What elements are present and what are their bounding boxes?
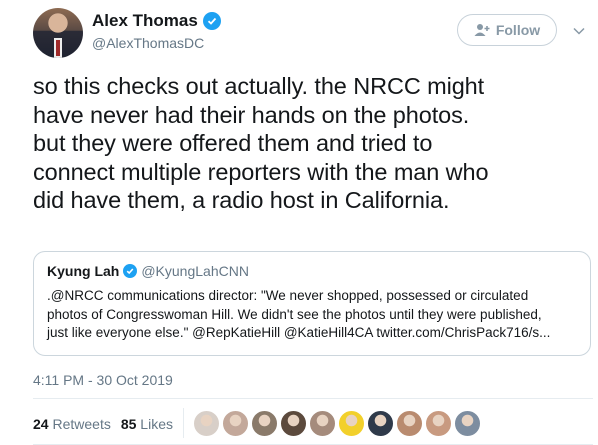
stats-separator [183, 408, 184, 438]
retweets-count: 24 [33, 416, 49, 432]
quoted-tweet-header: Kyung Lah @KyungLahCNN [47, 263, 577, 279]
tweet-line: but they were offered them and tried to [33, 130, 433, 156]
liker-avatar[interactable] [309, 410, 336, 437]
liker-avatar[interactable] [193, 410, 220, 437]
chevron-down-icon[interactable] [572, 24, 586, 38]
liker-avatar[interactable] [454, 410, 481, 437]
liker-avatar[interactable] [396, 410, 423, 437]
tweet-line: have never had their hands on the photos… [33, 101, 470, 128]
liker-avatar[interactable] [367, 410, 394, 437]
likes-stat[interactable]: 85 Likes [121, 416, 173, 432]
tweet-line: connect multiple reporters with the man … [33, 158, 489, 185]
avatar[interactable] [33, 8, 83, 58]
retweets-label: Retweets [52, 416, 111, 432]
author-display-name[interactable]: Alex Thomas [92, 11, 198, 31]
quoted-handle: @KyungLahCNN [141, 263, 249, 279]
follow-button[interactable]: Follow [457, 14, 557, 46]
quoted-line: photos of Congresswoman Hill. We didn't … [47, 306, 542, 322]
verified-badge-icon [202, 12, 221, 30]
likes-label: Likes [140, 416, 173, 432]
author-handle[interactable]: @AlexThomasDC [92, 35, 204, 51]
retweets-stat[interactable]: 24 Retweets [33, 416, 111, 432]
likes-count: 85 [120, 416, 137, 432]
quoted-line: just like everyone else." @RepKatieHill … [47, 325, 551, 340]
liker-avatar[interactable] [280, 410, 307, 437]
tweet-text: so this checks out actually. the NRCC mi… [33, 72, 588, 215]
liker-avatar[interactable] [251, 410, 278, 437]
tweet-line: so this checks out actually. the NRCC mi… [33, 73, 485, 99]
quoted-tweet-text: .@NRCC communications director: "We neve… [47, 287, 577, 343]
divider [33, 398, 593, 399]
tweet-line: did have them, a radio host in Californi… [33, 187, 450, 213]
liker-avatar[interactable] [222, 410, 249, 437]
liker-avatar[interactable] [338, 410, 365, 437]
tweet-stats: 24 Retweets 85 Likes [33, 416, 173, 432]
quoted-display-name: Kyung Lah [47, 263, 120, 279]
quoted-tweet[interactable]: Kyung Lah @KyungLahCNN .@NRCC communicat… [33, 251, 591, 356]
verified-badge-icon [123, 264, 138, 278]
avatar-tie [56, 40, 60, 56]
quoted-line: .@NRCC communications director: "We neve… [47, 288, 529, 303]
tweet-timestamp[interactable]: 4:11 PM - 30 Oct 2019 [33, 372, 173, 388]
liker-avatars [193, 410, 481, 437]
add-user-icon [474, 24, 490, 36]
liker-avatar[interactable] [425, 410, 452, 437]
follow-button-label: Follow [495, 22, 541, 38]
author-name-row[interactable]: Alex Thomas [92, 11, 221, 31]
